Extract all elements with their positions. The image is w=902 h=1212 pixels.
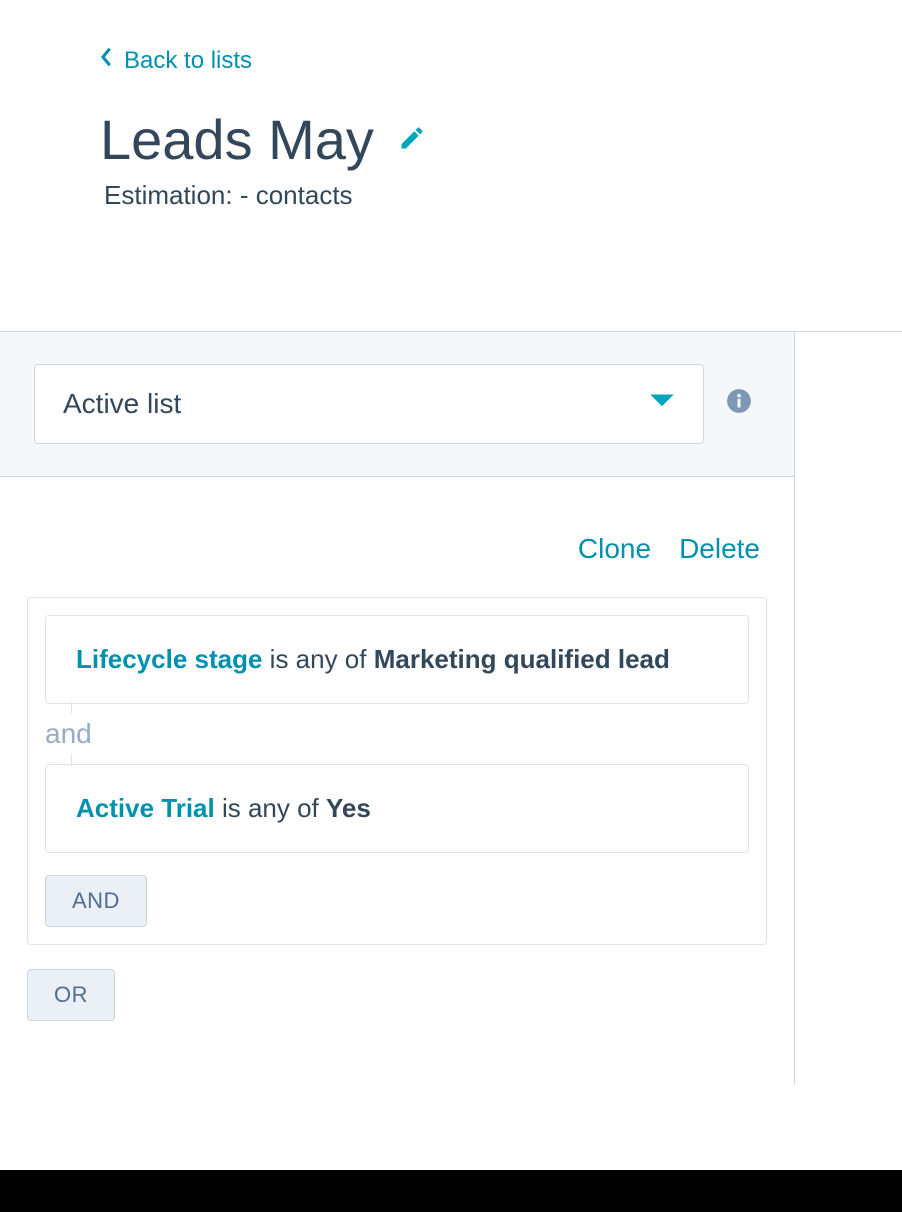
delete-button[interactable]: Delete xyxy=(679,533,760,565)
condition-value: Yes xyxy=(326,793,371,823)
condition-operator: is any of xyxy=(262,644,373,674)
add-and-button[interactable]: AND xyxy=(45,875,147,927)
back-to-lists-link[interactable]: Back to lists xyxy=(100,46,252,75)
condition-value: Marketing qualified lead xyxy=(374,644,670,674)
list-type-info-button[interactable] xyxy=(726,388,752,419)
back-link-label: Back to lists xyxy=(124,47,252,75)
condition-property: Lifecycle stage xyxy=(76,644,262,674)
edit-title-button[interactable] xyxy=(398,124,426,157)
pencil-icon xyxy=(398,139,426,156)
caret-down-icon xyxy=(649,393,675,414)
filter-condition[interactable]: Lifecycle stage is any of Marketing qual… xyxy=(45,615,749,704)
add-or-button[interactable]: OR xyxy=(27,969,115,1021)
page-title: Leads May xyxy=(100,111,374,170)
info-icon xyxy=(726,401,752,418)
filter-group: Lifecycle stage is any of Marketing qual… xyxy=(27,597,767,945)
filter-condition[interactable]: Active Trial is any of Yes xyxy=(45,764,749,853)
clone-button[interactable]: Clone xyxy=(578,533,651,565)
condition-operator: is any of xyxy=(215,793,326,823)
and-separator: and xyxy=(45,704,749,764)
estimation-text: Estimation: - contacts xyxy=(100,180,902,211)
list-type-value: Active list xyxy=(63,388,181,420)
bottom-strip xyxy=(0,1170,902,1212)
list-type-select[interactable]: Active list xyxy=(34,364,704,444)
chevron-left-icon xyxy=(100,46,114,75)
condition-property: Active Trial xyxy=(76,793,215,823)
list-type-bar: Active list xyxy=(0,332,795,477)
